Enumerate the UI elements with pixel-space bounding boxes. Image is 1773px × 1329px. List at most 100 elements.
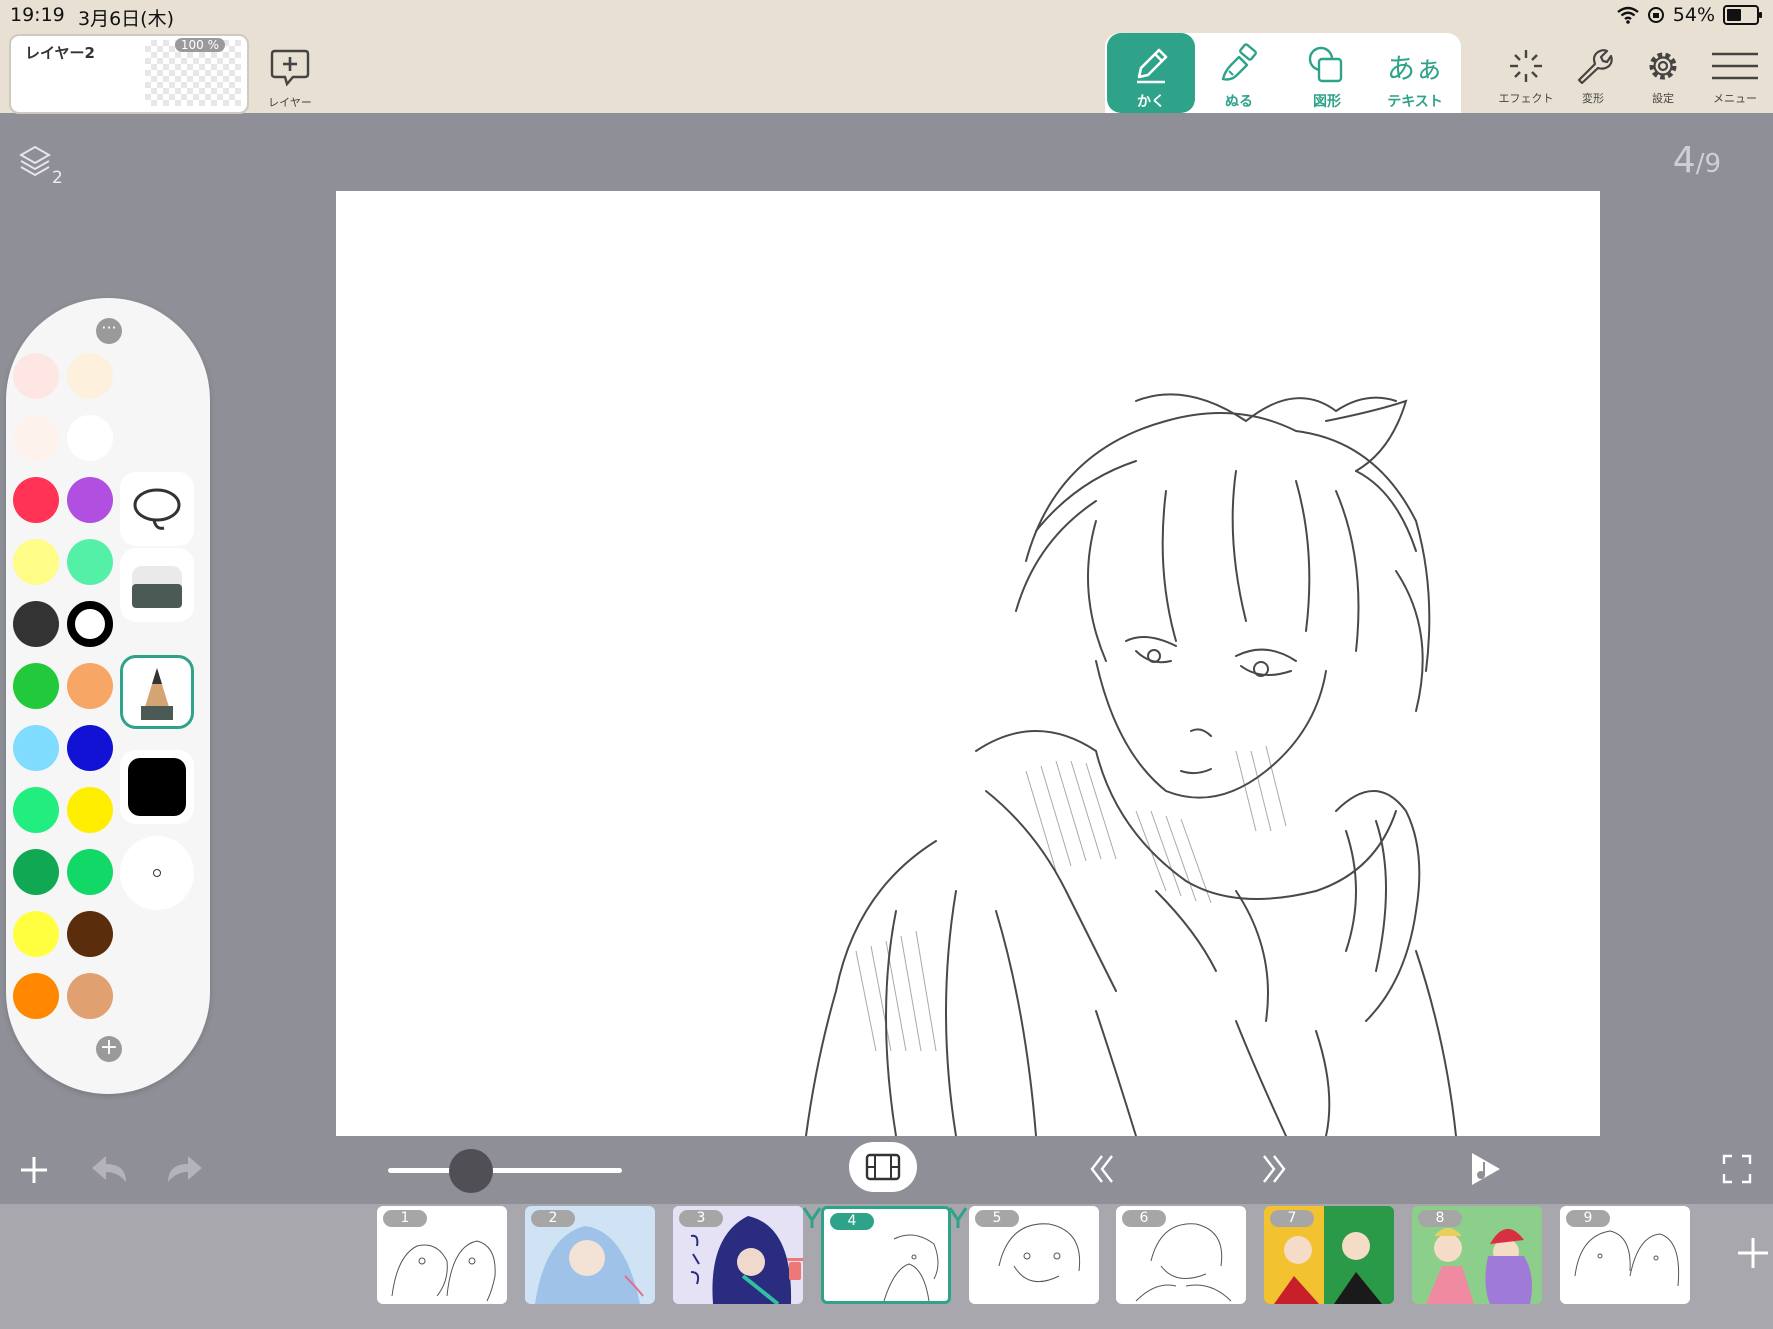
frame-number: 6 — [1122, 1210, 1166, 1227]
layers-stack-button[interactable] — [18, 144, 52, 184]
frame-number: 3 — [679, 1210, 723, 1227]
sketch-drawing — [805, 393, 1457, 1136]
color-swatch[interactable] — [13, 849, 59, 895]
add-layer-label: レイヤー — [268, 96, 312, 109]
color-swatch[interactable] — [13, 353, 59, 399]
eraser-tool-button[interactable] — [120, 548, 194, 622]
slider-handle[interactable] — [449, 1149, 493, 1193]
wrench-icon — [1577, 49, 1613, 85]
add-layer-button[interactable]: レイヤー — [266, 48, 314, 110]
fill-tool-button[interactable]: ぬる — [1195, 33, 1283, 113]
frame-thumbnail[interactable]: 2 — [525, 1206, 655, 1304]
frame-number: 7 — [1270, 1210, 1314, 1227]
paint-brush-icon — [1221, 43, 1257, 81]
color-swatch[interactable] — [13, 477, 59, 523]
color-swatch[interactable] — [13, 787, 59, 833]
color-swatch[interactable] — [67, 663, 113, 709]
effect-button[interactable]: エフェクト — [1495, 48, 1557, 106]
layer-name: レイヤー2 — [25, 44, 95, 62]
draw-tool-label: かく — [1137, 94, 1165, 110]
brush-size-slider[interactable] — [388, 1168, 622, 1173]
current-layer-card[interactable]: レイヤー2 100 % — [9, 34, 249, 114]
text-tool-button[interactable]: あぁ テキスト — [1371, 33, 1459, 113]
top-toolbar: 19:19 3月6日(木) 54% レイヤー2 100 % レイヤー かく ぬる… — [0, 0, 1773, 114]
frame-thumbnail[interactable]: 1 — [377, 1206, 507, 1304]
battery-percent: 54% — [1672, 4, 1715, 26]
transform-label: 変形 — [1582, 92, 1604, 105]
color-swatch[interactable] — [67, 973, 113, 1019]
palette-more-button[interactable]: ··· — [96, 318, 122, 344]
layers-icon — [18, 145, 52, 177]
frame-thumbnail[interactable]: 5 — [969, 1206, 1099, 1304]
fill-tool-label: ぬる — [1225, 94, 1253, 110]
status-indicators: 54% — [1617, 4, 1762, 26]
undo-icon[interactable] — [88, 1152, 130, 1186]
shape-icon — [1308, 46, 1343, 83]
color-swatch[interactable] — [13, 415, 59, 461]
brush-size-button[interactable] — [120, 836, 194, 910]
frame-thumbnail-active[interactable]: 4 — [821, 1206, 951, 1304]
frame-thumbnail[interactable]: 8 — [1412, 1206, 1542, 1304]
color-swatch[interactable] — [13, 725, 59, 771]
current-color-swatch — [128, 758, 186, 816]
color-swatch[interactable] — [13, 601, 59, 647]
current-color-button[interactable] — [120, 750, 194, 824]
previous-frame-icon[interactable] — [1084, 1152, 1118, 1186]
color-swatch[interactable] — [67, 353, 113, 399]
fullscreen-icon[interactable] — [1722, 1154, 1752, 1184]
play-music-icon[interactable] — [1468, 1150, 1504, 1188]
add-layer-icon — [270, 49, 310, 87]
color-swatch[interactable] — [67, 725, 113, 771]
lasso-tool-button[interactable] — [120, 472, 194, 546]
battery-icon — [1723, 5, 1762, 25]
frame-thumbnail[interactable]: 9 — [1560, 1206, 1690, 1304]
color-swatch[interactable] — [67, 539, 113, 585]
page-current: 4 — [1672, 140, 1696, 181]
page-counter: 4/9 — [1673, 140, 1721, 181]
frame-number: 5 — [975, 1210, 1019, 1227]
gear-icon — [1649, 52, 1677, 80]
text-tool-label: テキスト — [1387, 94, 1443, 110]
canvas-controls — [0, 1136, 1773, 1204]
transform-button[interactable]: 変形 — [1562, 48, 1624, 106]
brush-size-dot — [153, 869, 161, 877]
frame-number: 4 — [830, 1213, 874, 1230]
delete-frame-icon[interactable] — [787, 1256, 803, 1282]
add-frame-icon[interactable] — [1736, 1236, 1770, 1270]
text-tool-glyph: あぁ — [1386, 52, 1443, 85]
color-swatch[interactable] — [13, 973, 59, 1019]
drawing-canvas[interactable] — [336, 191, 1600, 1136]
frame-thumbnail[interactable]: 6 — [1116, 1206, 1246, 1304]
color-swatch[interactable] — [67, 477, 113, 523]
color-swatch[interactable] — [13, 539, 59, 585]
onion-skin-marker-icon[interactable] — [802, 1206, 822, 1228]
status-time: 19:19 — [10, 4, 65, 26]
next-frame-icon[interactable] — [1258, 1152, 1292, 1186]
color-swatch[interactable] — [67, 787, 113, 833]
menu-label: メニュー — [1713, 92, 1757, 105]
shape-tool-button[interactable]: 図形 — [1283, 33, 1371, 113]
color-swatch[interactable] — [67, 601, 113, 647]
eraser-icon — [132, 566, 182, 608]
color-swatch[interactable] — [67, 849, 113, 895]
frame-thumbnail[interactable]: 3 — [673, 1206, 803, 1304]
frame-timeline: 1 2 3 4 5 6 7 8 9 — [0, 1204, 1773, 1329]
redo-icon[interactable] — [164, 1152, 206, 1186]
onion-skin-marker-icon[interactable] — [948, 1206, 968, 1228]
draw-tool-button[interactable]: かく — [1107, 33, 1195, 113]
color-swatch[interactable] — [13, 663, 59, 709]
filmstrip-toggle-button[interactable] — [849, 1142, 917, 1192]
pencil-tool-button[interactable] — [120, 655, 194, 729]
frame-thumbnail[interactable]: 7 — [1264, 1206, 1394, 1304]
add-icon[interactable] — [18, 1154, 50, 1186]
color-swatch[interactable] — [67, 911, 113, 957]
color-swatch[interactable] — [67, 415, 113, 461]
lasso-icon — [133, 488, 181, 530]
color-swatch[interactable] — [13, 911, 59, 957]
menu-button[interactable]: メニュー — [1704, 48, 1766, 106]
shape-tool-label: 図形 — [1313, 94, 1341, 110]
add-color-button[interactable]: + — [96, 1036, 122, 1062]
settings-button[interactable]: 設定 — [1632, 48, 1694, 106]
frame-number: 9 — [1566, 1210, 1610, 1227]
orientation-lock-icon — [1647, 7, 1664, 23]
